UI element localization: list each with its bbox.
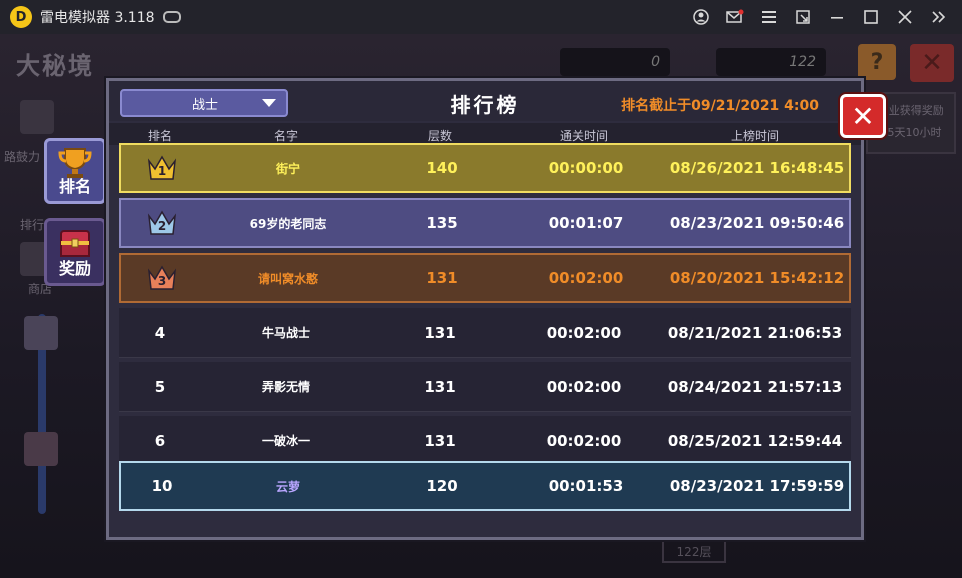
background-side-label: 路鼓力	[4, 150, 41, 164]
floor-count: 120	[426, 477, 458, 495]
background-help-button: ?	[858, 44, 896, 80]
table-row: 6 一破冰一 131 00:02:00 08/25/2021 12:59:44	[119, 416, 851, 466]
listed-time: 08/20/2021 15:42:12	[669, 269, 845, 287]
listed-time: 08/21/2021 21:06:53	[667, 323, 843, 342]
clear-time: 00:02:00	[546, 323, 622, 342]
listed-time: 08/23/2021 17:59:59	[669, 477, 845, 495]
popout-icon[interactable]	[786, 0, 820, 34]
listed-time: 08/23/2021 09:50:46	[669, 214, 845, 232]
clear-time: 00:02:00	[546, 377, 622, 396]
column-header-listed-time: 上榜时间	[730, 129, 779, 143]
player-name: 牛马战士	[261, 326, 310, 340]
rank-cell: 2	[121, 200, 203, 246]
rank-number: 2	[157, 219, 167, 233]
trophy-icon	[57, 145, 93, 181]
background-floor-label: 122层	[662, 539, 726, 563]
column-header-floor: 层数	[427, 129, 452, 143]
floor-count: 140	[426, 159, 458, 177]
column-header-name: 名字	[273, 129, 298, 143]
menu-icon[interactable]	[752, 0, 786, 34]
window-controls	[684, 0, 956, 34]
panel-close-button[interactable]: ✕	[840, 94, 886, 138]
player-name: 云萝	[275, 479, 300, 494]
player-name: 请叫窝水憨	[257, 271, 318, 286]
tab-ranking[interactable]: 排名	[44, 138, 106, 204]
clear-time: 00:02:00	[546, 431, 622, 450]
rank-crown-icon: 3	[145, 261, 179, 295]
rank-number: 5	[154, 377, 166, 396]
rank-number: 3	[157, 274, 167, 288]
window-titlebar: D 雷电模拟器 3.118	[0, 0, 962, 34]
clear-time: 00:02:00	[548, 269, 624, 287]
panel-header: 战士 排行榜 排名截止于09/21/2021 4:00	[109, 81, 861, 121]
collapse-sidebar-icon[interactable]	[922, 0, 956, 34]
tab-reward[interactable]: 奖励	[44, 218, 106, 286]
player-name: 一破冰一	[261, 434, 310, 448]
background-close-button: ✕	[910, 44, 954, 82]
table-row: 1 街宁 140 00:00:00 08/26/2021 16:48:45	[119, 143, 851, 193]
floor-count: 131	[426, 269, 458, 287]
clear-time: 00:00:00	[548, 159, 624, 177]
column-headers: 排名 名字 层数 通关时间 上榜时间	[109, 123, 861, 145]
mail-icon[interactable]	[718, 0, 752, 34]
background-trophy-icon	[20, 100, 54, 134]
rank-number: 6	[154, 431, 166, 450]
rank-number: 4	[154, 323, 166, 342]
treasure-chest-icon	[57, 225, 93, 261]
background-skull-icon	[24, 316, 58, 350]
ranking-deadline: 排名截止于09/21/2021 4:00	[621, 98, 819, 114]
app-logo-icon: D	[10, 6, 32, 28]
floor-count: 131	[424, 323, 456, 342]
listed-time: 08/26/2021 16:48:45	[669, 159, 845, 177]
close-icon[interactable]	[888, 0, 922, 34]
floor-count: 135	[426, 214, 458, 232]
background-screen-title: 大秘境	[16, 52, 94, 80]
background-resource-counter: 0	[560, 48, 670, 76]
player-name: 街宁	[275, 161, 300, 176]
rank-crown-icon: 1	[145, 151, 179, 185]
background-side-label: 排行	[20, 218, 45, 232]
background-resource-counter: 122	[716, 48, 826, 76]
minimize-icon[interactable]	[820, 0, 854, 34]
table-row: 10 云萝 120 00:01:53 08/23/2021 17:59:59	[119, 461, 851, 511]
column-header-clear-time: 通关时间	[559, 129, 608, 143]
clear-time: 00:01:53	[548, 477, 624, 495]
rank-cell: 3	[121, 255, 203, 301]
maximize-icon[interactable]	[854, 0, 888, 34]
game-screen: 大秘境 0 122 ? ✕ ...业获得奖励 25天10小时 路鼓力 排行 商店…	[0, 34, 962, 578]
rank-cell: 1	[121, 145, 203, 191]
player-name: 弄影无情	[261, 380, 310, 394]
listed-time: 08/25/2021 12:59:44	[667, 431, 843, 450]
listed-time: 08/24/2021 21:57:13	[667, 377, 843, 396]
window-title: 雷电模拟器 3.118	[40, 10, 155, 26]
account-icon[interactable]	[684, 0, 718, 34]
rank-number: 1	[157, 164, 167, 178]
rank-crown-icon: 2	[145, 206, 179, 240]
floor-count: 131	[424, 431, 456, 450]
gamepad-icon[interactable]	[162, 11, 181, 23]
clear-time: 00:01:07	[548, 214, 624, 232]
table-row: 2 69岁的老同志 135 00:01:07 08/23/2021 09:50:46	[119, 198, 851, 248]
floor-count: 131	[424, 377, 456, 396]
background-skull-icon	[24, 432, 58, 466]
table-row: 5 弄影无情 131 00:02:00 08/24/2021 21:57:13	[119, 362, 851, 412]
column-header-rank: 排名	[147, 129, 172, 143]
rank-number: 10	[151, 477, 173, 495]
table-row: 4 牛马战士 131 00:02:00 08/21/2021 21:06:53	[119, 308, 851, 358]
leaderboard-panel: 战士 排行榜 排名截止于09/21/2021 4:00 排名 名字 层数 通关时…	[106, 78, 864, 540]
table-row: 3 请叫窝水憨 131 00:02:00 08/20/2021 15:42:12	[119, 253, 851, 303]
player-name: 69岁的老同志	[249, 216, 327, 231]
